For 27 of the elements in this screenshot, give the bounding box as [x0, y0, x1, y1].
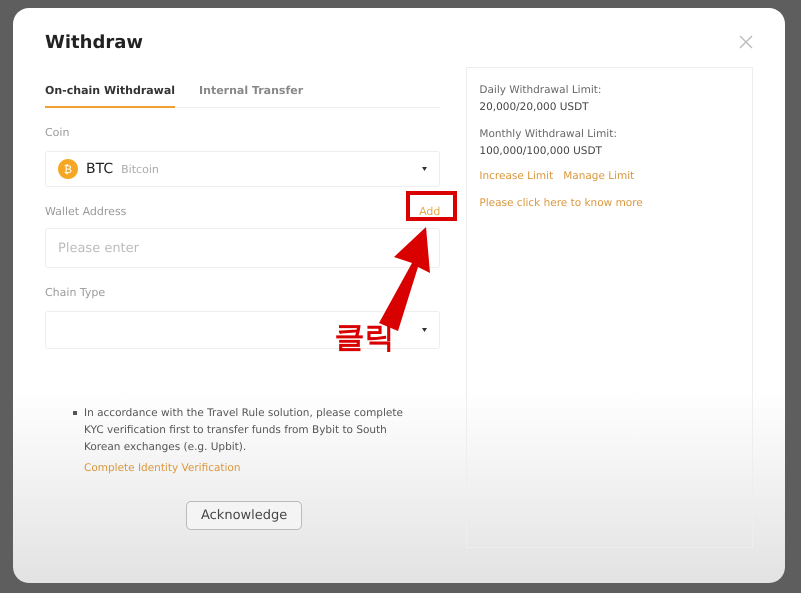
know-more-link[interactable]: Please click here to know more [479, 197, 740, 209]
acknowledge-button[interactable]: Acknowledge [186, 501, 302, 530]
tab[interactable]: On-chain Withdrawal [45, 76, 176, 108]
coin-select[interactable]: ₿ BTC Bitcoin [45, 151, 440, 187]
wallet-address-field[interactable]: Please enter [45, 228, 440, 268]
field-label: Chain Type [45, 286, 106, 299]
tab[interactable]: Internal Transfer [199, 76, 304, 108]
bullet-icon [73, 411, 77, 415]
verification-link[interactable]: Complete Identity Verification [84, 462, 241, 474]
caret-icon [422, 328, 428, 332]
coin-name: Bitcoin [121, 162, 159, 176]
limit-link[interactable]: Manage Limit [563, 170, 634, 182]
coin-icon: ₿ [58, 159, 78, 179]
limit-value: 20,000/20,000 USDT [479, 100, 590, 115]
limit-label: Daily Withdrawal Limit: [479, 83, 602, 98]
annotation-label: 클릭 [334, 319, 394, 357]
limit-link[interactable]: Increase Limit [479, 170, 554, 182]
limit-label: Monthly Withdrawal Limit: [479, 127, 618, 142]
highlight-frame [406, 191, 458, 221]
add-link[interactable]: Add [419, 205, 440, 218]
limit-value: 100,000/100,000 USDT [479, 144, 603, 159]
field-label: Coin [45, 126, 70, 139]
dialog-title: Withdraw [45, 32, 143, 52]
field-label: Wallet Address [45, 205, 126, 218]
notice-text: In accordance with the Travel Rule solution, please complete KYC verification first to transfer funds from Bybit to South Korean exchanges (e.g. Upbit). [84, 406, 404, 455]
coin-symbol: BTC [86, 161, 114, 177]
caret-icon [422, 167, 428, 171]
